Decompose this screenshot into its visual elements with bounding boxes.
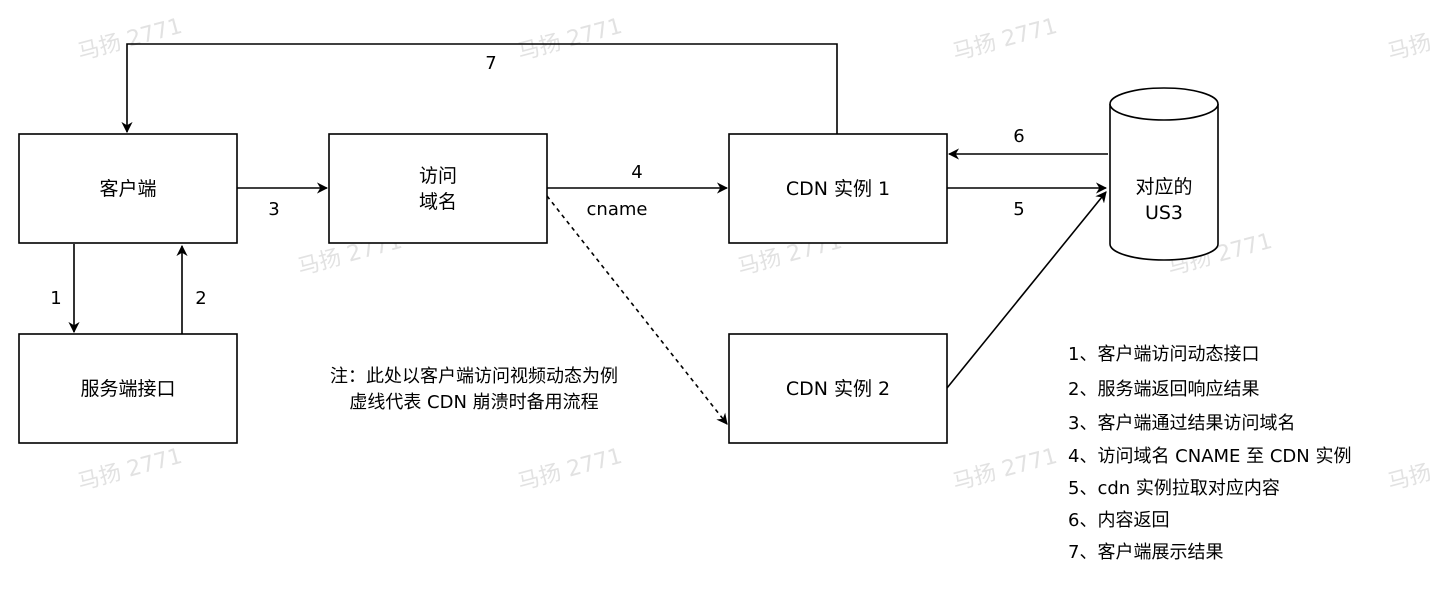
edge-5-label: 5 bbox=[1013, 199, 1024, 220]
legend-item: 4、访问域名 CNAME 至 CDN 实例 bbox=[1068, 446, 1351, 467]
note-line-1: 注：此处以客户端访问视频动态为例 bbox=[330, 366, 618, 387]
nodes bbox=[18, 87, 1219, 444]
cdn1-label: CDN 实例 1 bbox=[786, 178, 890, 200]
us3-label-line2: US3 bbox=[1145, 202, 1183, 224]
legend-item: 6、内容返回 bbox=[1068, 510, 1169, 531]
watermark: 马扬 2771 bbox=[1385, 14, 1434, 66]
us3-label-line1: 对应的 bbox=[1135, 176, 1192, 198]
legend-item: 5、cdn 实例拉取对应内容 bbox=[1068, 478, 1280, 499]
client-label: 客户端 bbox=[99, 178, 156, 200]
edge-1-label: 1 bbox=[50, 288, 61, 309]
domain-label-line2: 域名 bbox=[419, 191, 457, 213]
legend-item: 3、客户端通过结果访问域名 bbox=[1068, 413, 1295, 434]
legend-item: 7、客户端展示结果 bbox=[1068, 542, 1223, 563]
edge-2-label: 2 bbox=[195, 288, 206, 309]
edge-4-label: 4 bbox=[631, 162, 642, 183]
note-line-2: 虚线代表 CDN 崩溃时备用流程 bbox=[349, 392, 598, 413]
watermark: 马扬 2771 bbox=[950, 14, 1060, 66]
edge-3-label: 3 bbox=[268, 199, 279, 220]
edge-6-label: 6 bbox=[1013, 126, 1024, 147]
domain-box bbox=[328, 133, 548, 244]
legend: 1、客户端访问动态接口 2、服务端返回响应结果 3、客户端通过结果访问域名 4、… bbox=[1068, 344, 1351, 563]
edge-backup-dashed-arrow bbox=[546, 195, 728, 425]
watermark: 马扬 2771 bbox=[75, 14, 185, 66]
edge-7-label: 7 bbox=[485, 53, 496, 74]
legend-item: 1、客户端访问动态接口 bbox=[1068, 344, 1259, 365]
server-api-label: 服务端接口 bbox=[80, 378, 175, 400]
watermark: 马扬 2771 bbox=[515, 444, 625, 496]
watermark: 马扬 2771 bbox=[950, 444, 1060, 496]
edge-7-arrow bbox=[121, 43, 838, 134]
watermark: 马扬 2771 bbox=[1385, 444, 1434, 496]
note: 注：此处以客户端访问视频动态为例 虚线代表 CDN 崩溃时备用流程 bbox=[330, 366, 618, 413]
watermark: 马扬 2771 bbox=[515, 14, 625, 66]
edge-4-sublabel: cname bbox=[587, 199, 648, 220]
domain-label-line1: 访问 bbox=[419, 165, 457, 187]
cdn2-label: CDN 实例 2 bbox=[786, 378, 890, 400]
us3-cylinder-top bbox=[1109, 87, 1219, 121]
legend-item: 2、服务端返回响应结果 bbox=[1068, 379, 1259, 400]
watermark: 马扬 2771 bbox=[75, 444, 185, 496]
flow-diagram: 马扬 2771 马扬 2771 马扬 2771 马扬 2771 马扬 2771 … bbox=[18, 14, 1434, 563]
